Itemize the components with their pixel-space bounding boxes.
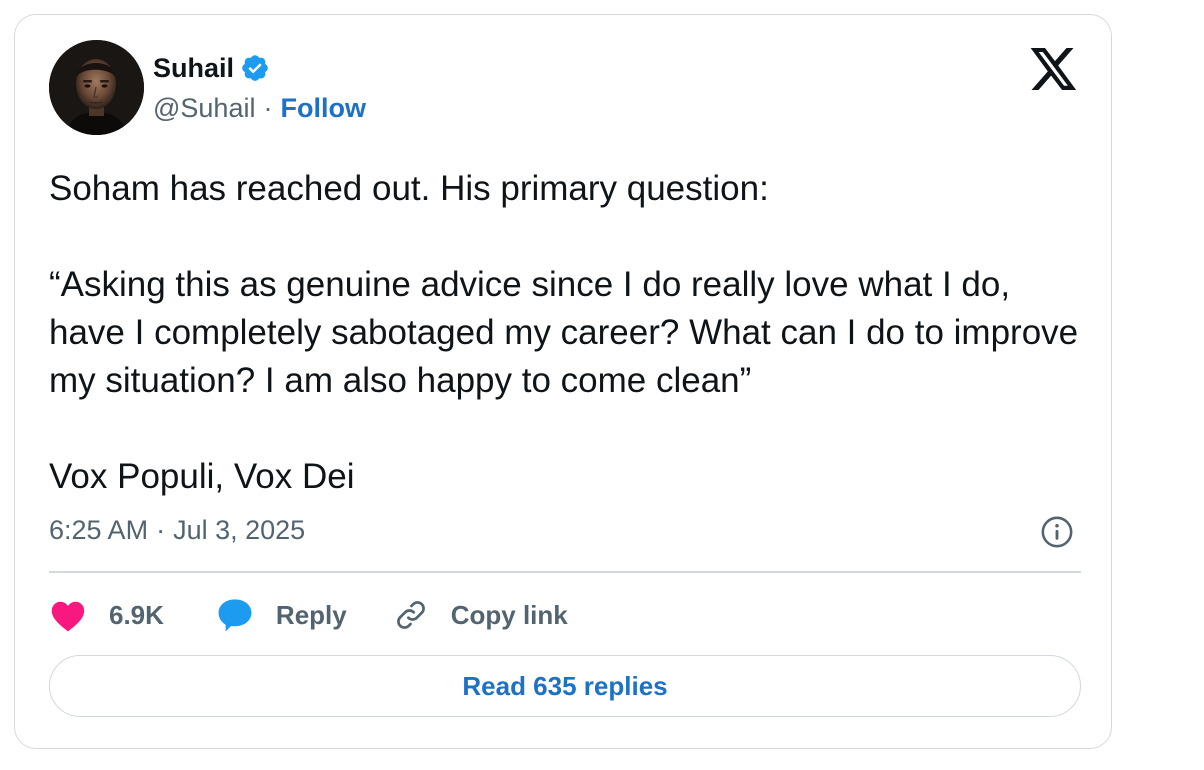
- follow-button[interactable]: Follow: [280, 93, 365, 124]
- author-handle-row: @Suhail · Follow: [153, 93, 366, 124]
- tweet-actions: 6.9K Reply Copy link: [49, 593, 568, 637]
- reply-label: Reply: [275, 599, 347, 630]
- tweet-time: 6:25 AM: [49, 515, 149, 545]
- link-icon: [396, 601, 425, 629]
- copy-link-label: Copy link: [450, 599, 568, 630]
- author-name[interactable]: Suhail: [153, 53, 234, 84]
- copy-link-button[interactable]: Copy link: [393, 597, 568, 633]
- heart-icon: [51, 601, 85, 632]
- avatar[interactable]: [49, 40, 144, 135]
- tweet-timestamp[interactable]: 6:25 AM · Jul 3, 2025: [49, 515, 305, 546]
- timestamp-separator: ·: [156, 515, 166, 545]
- x-logo-icon[interactable]: [1030, 48, 1078, 92]
- author-handle[interactable]: @Suhail: [153, 93, 255, 124]
- like-button[interactable]: 6.9K: [49, 598, 164, 632]
- tweet-text: Soham has reached out. His primary quest…: [49, 169, 1079, 496]
- handle-separator: ·: [263, 93, 273, 123]
- tweet-card: Suhail @Suhail · Follow Soham has reache…: [14, 14, 1112, 749]
- like-count: 6.9K: [109, 599, 164, 630]
- verified-badge-icon: [240, 53, 270, 83]
- reply-button[interactable]: Reply: [216, 597, 347, 633]
- reply-bubble-icon: [218, 599, 252, 632]
- tweet-date: Jul 3, 2025: [173, 515, 306, 545]
- read-replies-button[interactable]: Read 635 replies: [49, 655, 1081, 717]
- author-name-row: Suhail: [153, 51, 270, 85]
- avatar-photo: [49, 40, 144, 135]
- info-icon[interactable]: [1040, 515, 1074, 549]
- divider: [49, 571, 1081, 573]
